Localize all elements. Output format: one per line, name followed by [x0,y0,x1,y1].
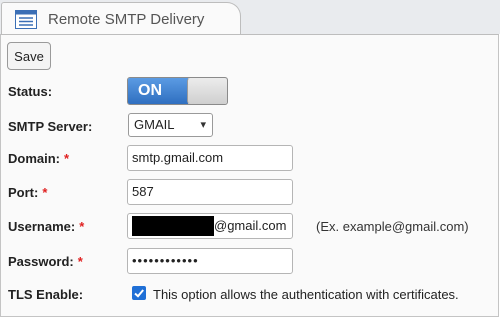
port-field[interactable]: 587 [127,179,293,205]
save-button[interactable]: Save [7,42,51,70]
domain-field[interactable]: smtp.gmail.com [127,145,293,171]
chevron-down-icon: ▾ [200,119,206,131]
tls-checkbox[interactable] [132,286,146,300]
domain-label: Domain: * [8,151,69,166]
password-field[interactable]: •••••••••••• [127,248,293,274]
required-mark: * [77,254,83,269]
status-label: Status: [8,84,53,99]
username-label-text: Username: [8,219,76,234]
tab-title: Remote SMTP Delivery [48,11,205,28]
required-mark: * [79,219,85,234]
redacted-block [132,215,214,236]
tls-description: This option allows the authentication wi… [153,287,459,302]
username-hint: (Ex. example@gmail.com) [316,219,469,234]
tls-label: TLS Enable: [8,287,84,302]
required-mark: * [42,185,48,200]
password-label: Password: * [8,254,83,269]
toggle-on-label: ON [128,78,188,104]
table-list-icon [15,10,37,29]
password-label-text: Password: [8,254,74,269]
status-toggle[interactable]: ON [127,77,228,105]
port-label-text: Port: [8,185,39,200]
smtp-server-label: SMTP Server: [8,119,93,134]
tab-bar: Remote SMTP Delivery [0,0,500,35]
username-field[interactable]: @gmail.com [127,213,293,239]
toggle-knob[interactable] [187,78,227,104]
form-panel: Save Status: ON SMTP Server: GMAIL ▾ Dom… [0,34,499,317]
smtp-server-select[interactable]: GMAIL ▾ [128,113,213,137]
tab-remote-smtp-delivery[interactable]: Remote SMTP Delivery [1,2,241,35]
required-mark: * [64,151,70,166]
smtp-server-value: GMAIL [134,117,175,132]
checkmark-icon [134,289,144,298]
username-label: Username: * [8,219,84,234]
username-suffix: @gmail.com [214,218,287,233]
port-label: Port: * [8,185,47,200]
domain-label-text: Domain: [8,151,60,166]
